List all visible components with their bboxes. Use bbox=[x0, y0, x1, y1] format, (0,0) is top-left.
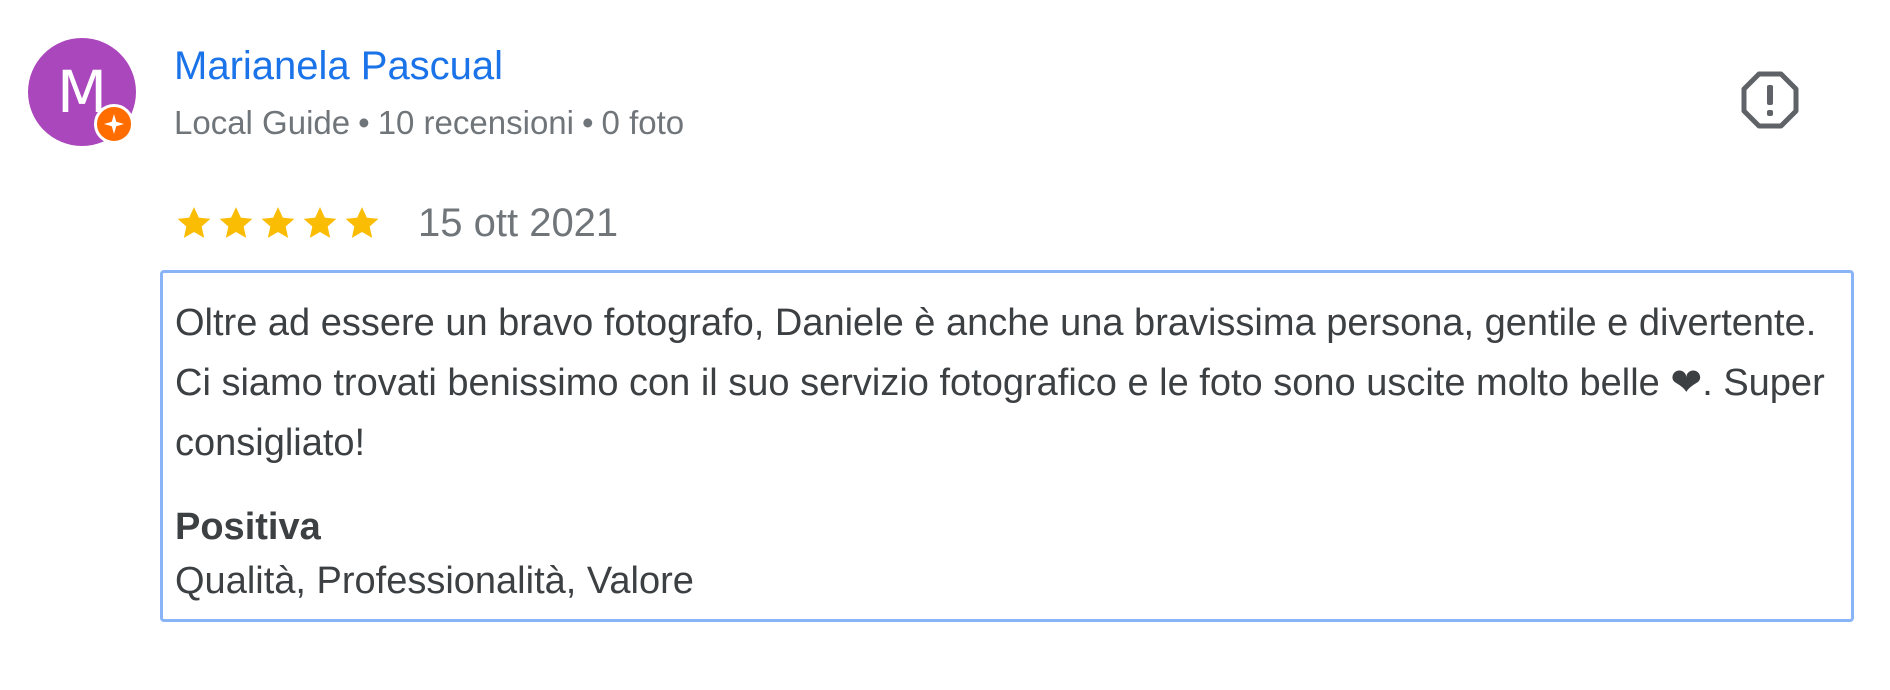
reviewer-name-link[interactable]: Marianela Pascual bbox=[174, 44, 503, 89]
meta-separator: • bbox=[358, 104, 370, 141]
photos-count: 0 foto bbox=[601, 104, 685, 141]
star-icon bbox=[261, 207, 295, 238]
star-icon bbox=[345, 207, 379, 238]
review-date: 15 ott 2021 bbox=[418, 200, 619, 245]
report-flag-icon bbox=[1741, 71, 1799, 129]
meta-separator: • bbox=[581, 104, 594, 141]
star-icon bbox=[219, 207, 253, 238]
review-text-main: Oltre ad essere un bravo fotografo, Dani… bbox=[175, 302, 1817, 404]
report-review-button[interactable] bbox=[1738, 68, 1802, 132]
star-icon bbox=[303, 207, 337, 238]
positive-title: Positiva bbox=[175, 506, 321, 548]
star-rating bbox=[174, 203, 382, 243]
local-guide-label: Local Guide bbox=[174, 104, 351, 141]
reviews-count: 10 recensioni bbox=[377, 104, 574, 141]
local-guide-badge-icon bbox=[94, 104, 134, 144]
review-text: Oltre ad essere un bravo fotografo, Dani… bbox=[175, 293, 1837, 473]
positive-values: Qualità, Professionalità, Valore bbox=[175, 560, 694, 602]
heart-emoji: ❤ bbox=[1670, 362, 1703, 404]
rating-row: 15 ott 2021 bbox=[174, 198, 618, 248]
review-body[interactable]: Oltre ad essere un bravo fotografo, Dani… bbox=[160, 270, 1854, 622]
star-icon bbox=[177, 207, 211, 238]
review-card: M Marianela Pascual Local Guide • 10 recen… bbox=[0, 0, 1890, 690]
reviewer-meta: Local Guide • 10 recensioni • 0 foto bbox=[174, 104, 684, 142]
